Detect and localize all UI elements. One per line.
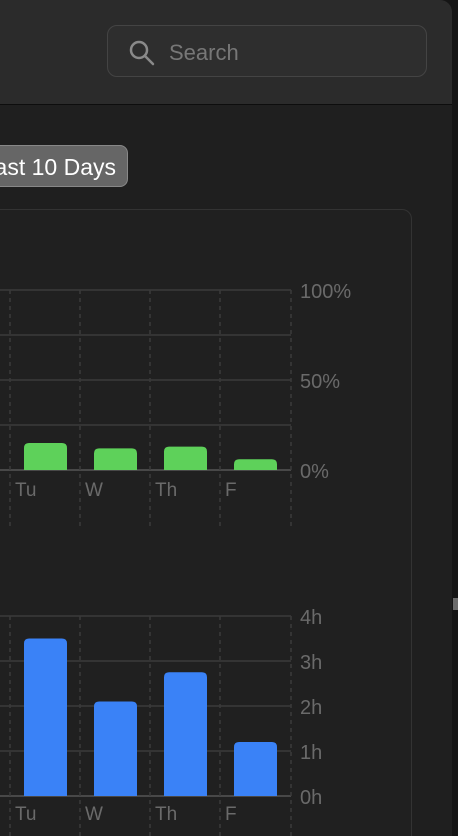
bar[interactable] — [94, 701, 137, 797]
x-tick-label: Th — [155, 804, 177, 825]
bar[interactable] — [164, 446, 207, 470]
bar[interactable] — [24, 443, 67, 470]
y-tick-label: 4h — [300, 607, 322, 629]
date-range-button[interactable]: Last 10 Days — [0, 145, 128, 187]
search-field[interactable]: Search — [107, 25, 427, 77]
app-window: Search Last 10 Days 100% 50% 0% Tu W Th F 4h 3h… — [0, 0, 452, 836]
y-tick-label: 50% — [300, 371, 340, 393]
bar[interactable] — [164, 672, 207, 796]
bar[interactable] — [234, 742, 277, 796]
bar[interactable] — [94, 448, 137, 470]
x-tick-label: Tu — [15, 480, 36, 501]
y-tick-label: 0% — [300, 461, 329, 483]
x-tick-label: F — [225, 804, 237, 825]
x-tick-label: F — [225, 480, 237, 501]
screen-time-chart: 4h 3h 2h 1h 0h Tu W Th F — [0, 607, 322, 836]
toolbar: Search — [0, 0, 452, 105]
y-tick-label: 3h — [300, 652, 322, 674]
y-tick-label: 0h — [300, 787, 322, 809]
y-tick-label: 1h — [300, 742, 322, 764]
y-tick-label: 2h — [300, 697, 322, 719]
x-tick-label: W — [85, 804, 103, 825]
x-tick-label: Th — [155, 480, 177, 501]
bar[interactable] — [234, 459, 277, 470]
search-placeholder[interactable]: Search — [169, 40, 239, 66]
scroll-indicator[interactable] — [453, 598, 458, 610]
bar[interactable] — [24, 638, 67, 797]
date-range-label: Last 10 Days — [0, 154, 116, 180]
y-tick-label: 100% — [300, 281, 351, 303]
pickups-chart: 100% 50% 0% Tu W Th F — [0, 281, 351, 530]
search-icon — [129, 40, 155, 66]
x-tick-label: W — [85, 480, 103, 501]
x-tick-label: Tu — [15, 804, 36, 825]
